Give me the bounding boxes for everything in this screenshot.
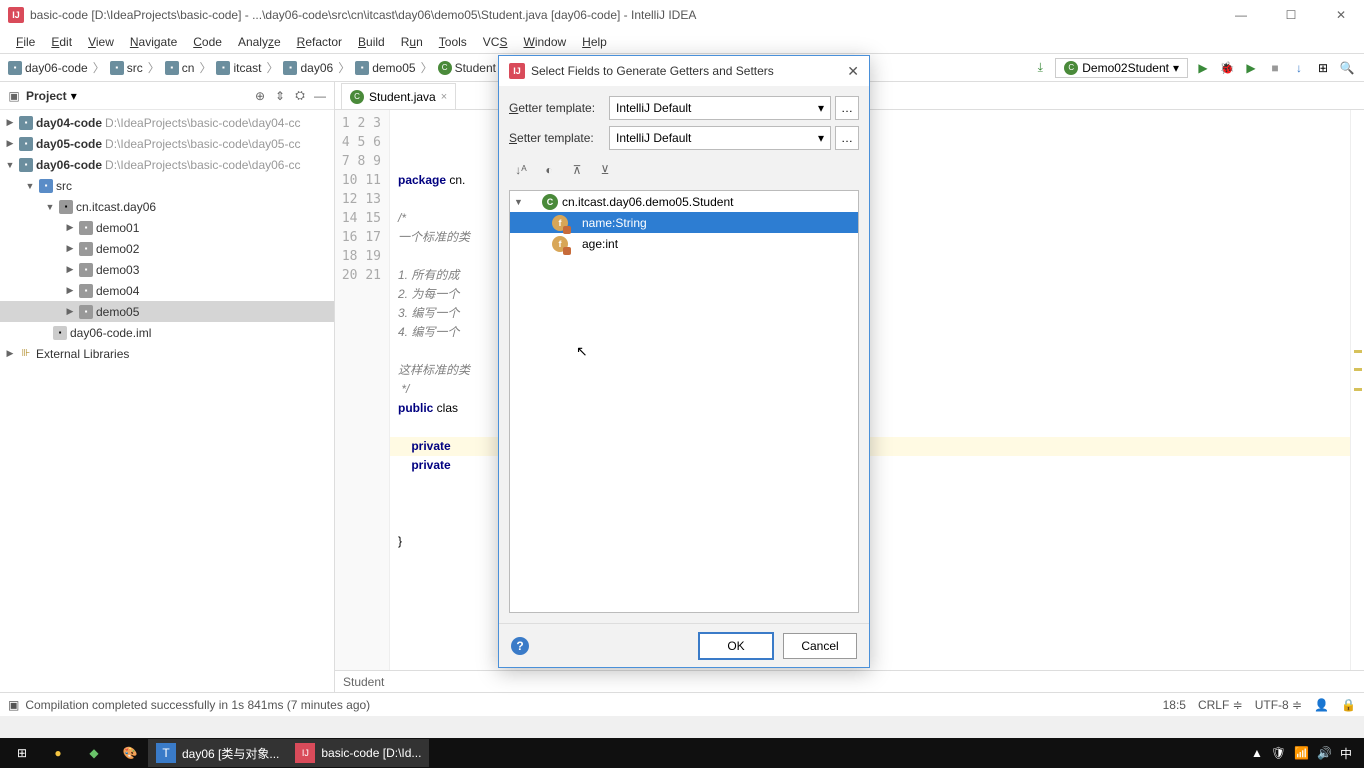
setter-template-label: Setter template: (509, 131, 605, 145)
ok-button[interactable]: OK (699, 633, 773, 659)
setter-template-select[interactable]: IntelliJ Default▾ (609, 126, 831, 150)
taskbar-item[interactable]: IJbasic-code [D:\Id... (287, 739, 429, 767)
start-button[interactable]: ⊞ (4, 739, 40, 767)
getter-template-select[interactable]: IntelliJ Default▾ (609, 96, 831, 120)
taskbar-chrome[interactable]: ● (40, 739, 76, 767)
getter-template-label: Getter template: (509, 101, 605, 115)
tray-icon[interactable]: ▲ (1251, 746, 1263, 760)
chevron-down-icon: ▾ (818, 131, 824, 145)
getter-template-browse-button[interactable]: … (835, 96, 859, 120)
dialog-title: Select Fields to Generate Getters and Se… (531, 64, 841, 78)
taskbar-item[interactable]: Tday06 [类与对象... (148, 739, 287, 767)
setter-template-browse-button[interactable]: … (835, 126, 859, 150)
windows-taskbar: ⊞ ● ◆ 🎨 Tday06 [类与对象... IJbasic-code [D:… (0, 738, 1364, 768)
dialog-titlebar: IJ Select Fields to Generate Getters and… (499, 56, 869, 86)
taskbar-app[interactable]: ◆ (76, 739, 112, 767)
taskbar-app[interactable]: 🎨 (112, 739, 148, 767)
dialog-button-bar: ? OK Cancel (499, 623, 869, 667)
tray-ime[interactable]: 中 (1340, 745, 1352, 762)
cancel-button[interactable]: Cancel (783, 633, 857, 659)
tray-volume-icon[interactable]: 🔊 (1317, 746, 1332, 760)
chevron-down-icon: ▾ (818, 101, 824, 115)
tray-icon[interactable]: 🛡 (1271, 746, 1286, 760)
dialog-close-button[interactable]: ✕ (847, 63, 859, 80)
app-icon: IJ (509, 63, 525, 79)
setter-template-row: Setter template: IntelliJ Default▾ … (509, 126, 859, 150)
help-button[interactable]: ? (511, 637, 529, 655)
getter-template-row: Getter template: IntelliJ Default▾ … (509, 96, 859, 120)
tray-network-icon[interactable]: 📶 (1294, 746, 1309, 760)
